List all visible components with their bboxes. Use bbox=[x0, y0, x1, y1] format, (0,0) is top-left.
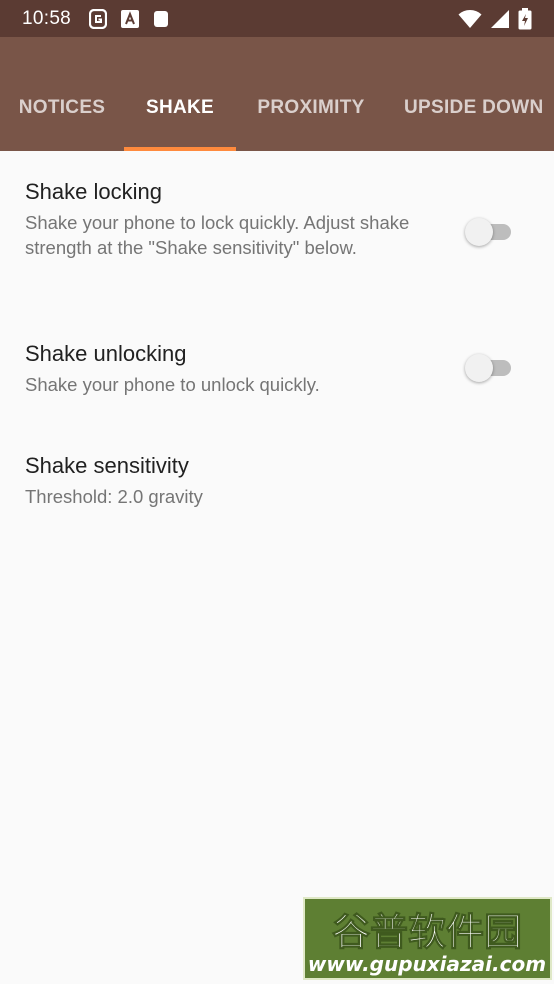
pref-title: Shake locking bbox=[25, 179, 162, 204]
shake-unlocking-switch[interactable] bbox=[465, 353, 513, 382]
status-time: 10:58 bbox=[22, 7, 72, 29]
status-bar: 10:58 bbox=[0, 0, 554, 37]
pref-shake-locking[interactable]: Shake locking Shake your phone to lock q… bbox=[0, 151, 554, 313]
tab-proximity[interactable]: PROXIMITY bbox=[236, 65, 386, 151]
system-icons bbox=[458, 7, 532, 30]
pref-shake-sensitivity[interactable]: Shake sensitivity Threshold: 2.0 gravity bbox=[0, 425, 554, 537]
switch-thumb bbox=[465, 218, 493, 246]
switch-thumb bbox=[465, 354, 493, 382]
font-a-icon bbox=[121, 9, 140, 28]
pref-summary: Shake your phone to lock quickly. Adjust… bbox=[25, 212, 410, 258]
pref-summary: Shake your phone to unlock quickly. bbox=[25, 374, 320, 395]
wifi-icon bbox=[458, 9, 482, 29]
notification-icons bbox=[89, 8, 169, 29]
tab-shake[interactable]: SHAKE bbox=[124, 65, 236, 151]
g-app-icon bbox=[89, 8, 108, 29]
pref-title: Shake sensitivity bbox=[25, 453, 189, 478]
watermark-title: 谷普软件园 bbox=[332, 910, 522, 954]
pref-summary: Threshold: 2.0 gravity bbox=[25, 486, 203, 507]
battery-charging-icon bbox=[518, 7, 532, 30]
watermark-logo: 谷普软件园 www.gupuxiazai.com bbox=[303, 897, 552, 980]
app-bar: NOTICES SHAKE PROXIMITY UPSIDE DOWN bbox=[0, 37, 554, 151]
preferences-list: Shake locking Shake your phone to lock q… bbox=[0, 151, 554, 537]
tab-bar: NOTICES SHAKE PROXIMITY UPSIDE DOWN bbox=[0, 65, 554, 151]
tab-notices[interactable]: NOTICES bbox=[0, 65, 124, 151]
sd-card-icon bbox=[153, 10, 169, 28]
watermark-url: www.gupuxiazai.com bbox=[308, 952, 546, 976]
pref-shake-unlocking[interactable]: Shake unlocking Shake your phone to unlo… bbox=[0, 313, 554, 425]
signal-icon bbox=[490, 9, 510, 29]
tab-upside-down[interactable]: UPSIDE DOWN bbox=[386, 65, 554, 151]
shake-locking-switch[interactable] bbox=[465, 217, 513, 246]
